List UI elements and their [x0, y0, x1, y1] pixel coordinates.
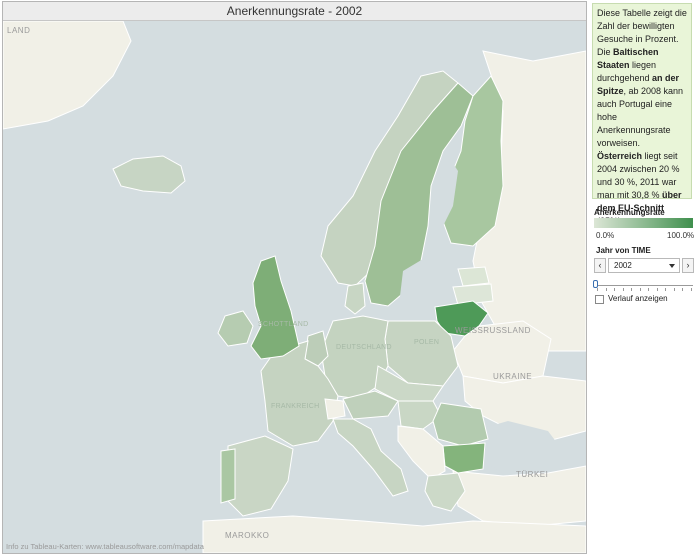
country-label-polen: POLEN — [414, 339, 439, 346]
year-select[interactable]: 2002 — [608, 258, 680, 273]
map-area[interactable]: LAND WEISSRUSSLAND UKRAINE TÜRKEI MAROKK… — [3, 21, 586, 553]
slider-tick — [673, 288, 675, 291]
map-credit[interactable]: Info zu Tableau-Karten: www.tableausoftw… — [6, 542, 204, 551]
legend-max-label: 100.0% — [667, 231, 695, 240]
base-label-land: LAND — [7, 26, 30, 35]
slider-tick — [605, 288, 607, 291]
previous-year-button[interactable]: ‹ — [594, 258, 606, 273]
slider-handle[interactable] — [593, 280, 598, 288]
switzerland[interactable] — [324, 398, 346, 420]
country-label-schottland: SCHOTTLAND — [258, 321, 308, 328]
legend-color-bar — [594, 218, 693, 228]
filter-title: Jahr von TIME — [596, 246, 651, 255]
map-title: Anerkennungsrate - 2002 — [3, 2, 586, 21]
estonia[interactable] — [457, 266, 490, 287]
map-panel: Anerkennungsrate - 2002 LAND WEISSRUSSLA… — [2, 1, 587, 554]
slider-tick — [597, 288, 598, 291]
base-label-weissrussland: WEISSRUSSLAND — [455, 326, 531, 335]
show-history-label: Verlauf anzeigen — [608, 294, 668, 303]
slider-tick — [622, 288, 624, 291]
info-note: Diese Tabelle zeigt die Zahl der bewilli… — [592, 3, 692, 226]
europe-map[interactable]: LAND WEISSRUSSLAND UKRAINE TÜRKEI MAROKK… — [3, 21, 586, 553]
romania[interactable] — [432, 402, 489, 447]
slider-tick — [665, 288, 666, 291]
slider-tick — [656, 288, 658, 291]
slider-tick — [639, 288, 641, 291]
year-select-value: 2002 — [614, 261, 632, 270]
legend-title: Anerkennungsrate — [594, 208, 665, 217]
country-label-frankreich: FRANKREICH — [271, 403, 320, 410]
slider-tick — [631, 288, 632, 291]
slider-tick — [690, 288, 692, 291]
legend-min-label: 0.0% — [596, 231, 615, 240]
slider-tick — [682, 288, 683, 291]
chevron-down-icon — [669, 264, 675, 268]
base-label-tuerkei: TÜRKEI — [516, 470, 548, 479]
note-emphasis: Österreich — [597, 151, 643, 161]
base-label-marokko: MAROKKO — [225, 531, 269, 540]
slider-tick — [614, 288, 615, 291]
portugal[interactable] — [220, 448, 236, 504]
slider-tick — [648, 288, 649, 291]
year-slider[interactable] — [593, 278, 694, 292]
base-label-ukraine: UKRAINE — [493, 372, 532, 381]
next-year-button[interactable]: › — [682, 258, 694, 273]
bulgaria[interactable] — [442, 442, 486, 474]
show-history-checkbox[interactable] — [595, 295, 604, 304]
slider-track — [596, 285, 693, 286]
country-label-deutschland: DEUTSCHLAND — [336, 344, 392, 351]
